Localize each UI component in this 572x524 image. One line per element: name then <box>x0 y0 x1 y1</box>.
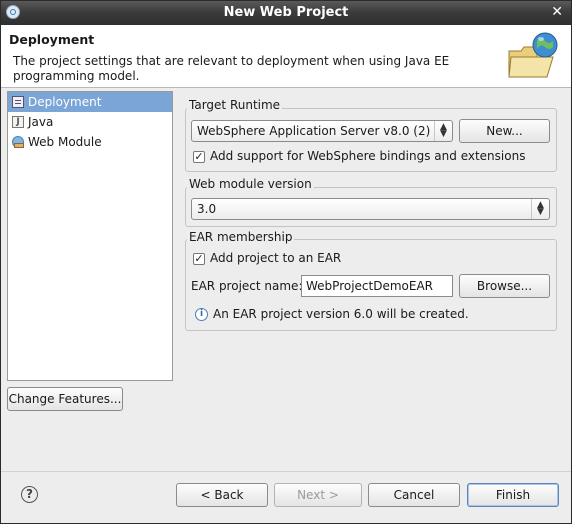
wizard-banner: Deployment The project settings that are… <box>1 25 571 88</box>
footer-separator <box>1 471 571 472</box>
info-icon: i <box>195 308 208 321</box>
tree-item-label: Web Module <box>28 135 102 149</box>
web-module-icon <box>12 136 24 148</box>
back-button[interactable]: < Back <box>176 483 268 507</box>
target-runtime-select[interactable]: WebSphere Application Server v8.0 (2) ▲ ▼ <box>191 120 453 142</box>
help-icon[interactable]: ? <box>21 486 38 503</box>
close-icon[interactable]: ✕ <box>551 4 563 20</box>
page-description: The project settings that are relevant t… <box>13 54 450 83</box>
tree-item-label: Java <box>28 115 54 129</box>
change-features-button[interactable]: Change Features... <box>7 387 123 411</box>
web-module-version-label: Web module version <box>187 177 314 191</box>
updown-arrows-icon: ▲ ▼ <box>434 121 452 141</box>
page-title: Deployment <box>9 32 95 47</box>
add-to-ear-label: Add project to an EAR <box>210 251 342 265</box>
web-module-version-select[interactable]: 3.0 ▲ ▼ <box>191 198 550 220</box>
folder-globe-icon <box>508 32 558 78</box>
browse-button[interactable]: Browse... <box>459 274 550 298</box>
target-runtime-label: Target Runtime <box>187 98 283 112</box>
tree-item-deployment[interactable]: Deployment <box>8 92 172 112</box>
new-runtime-button[interactable]: New... <box>459 119 550 143</box>
target-runtime-value: WebSphere Application Server v8.0 (2) <box>197 124 431 138</box>
tree-item-label: Deployment <box>28 95 102 109</box>
bindings-checkbox-label: Add support for WebSphere bindings and e… <box>210 149 526 163</box>
ear-info-text: An EAR project version 6.0 will be creat… <box>213 307 469 321</box>
ear-membership-label: EAR membership <box>187 230 295 244</box>
facet-tree[interactable]: Deployment J Java Web Module <box>7 91 173 381</box>
tree-item-java[interactable]: J Java <box>8 112 172 132</box>
next-button[interactable]: Next > <box>274 483 362 507</box>
add-to-ear-checkbox[interactable]: ✓ <box>193 253 205 265</box>
ear-project-name-input[interactable]: WebProjectDemoEAR <box>301 275 453 297</box>
updown-arrows-icon: ▲ ▼ <box>531 199 549 219</box>
bindings-checkbox[interactable]: ✓ <box>193 151 205 163</box>
finish-button[interactable]: Finish <box>467 483 559 507</box>
dialog-window: New Web Project ✕ Deployment The project… <box>0 0 572 524</box>
ear-project-name-label: EAR project name: <box>191 279 303 293</box>
tree-item-web-module[interactable]: Web Module <box>8 132 172 152</box>
java-icon: J <box>12 116 24 128</box>
web-module-version-value: 3.0 <box>197 202 217 216</box>
deployment-icon <box>12 96 24 108</box>
cancel-button[interactable]: Cancel <box>368 483 460 507</box>
title-bar[interactable]: New Web Project ✕ <box>1 1 571 25</box>
window-title: New Web Project <box>223 5 349 20</box>
